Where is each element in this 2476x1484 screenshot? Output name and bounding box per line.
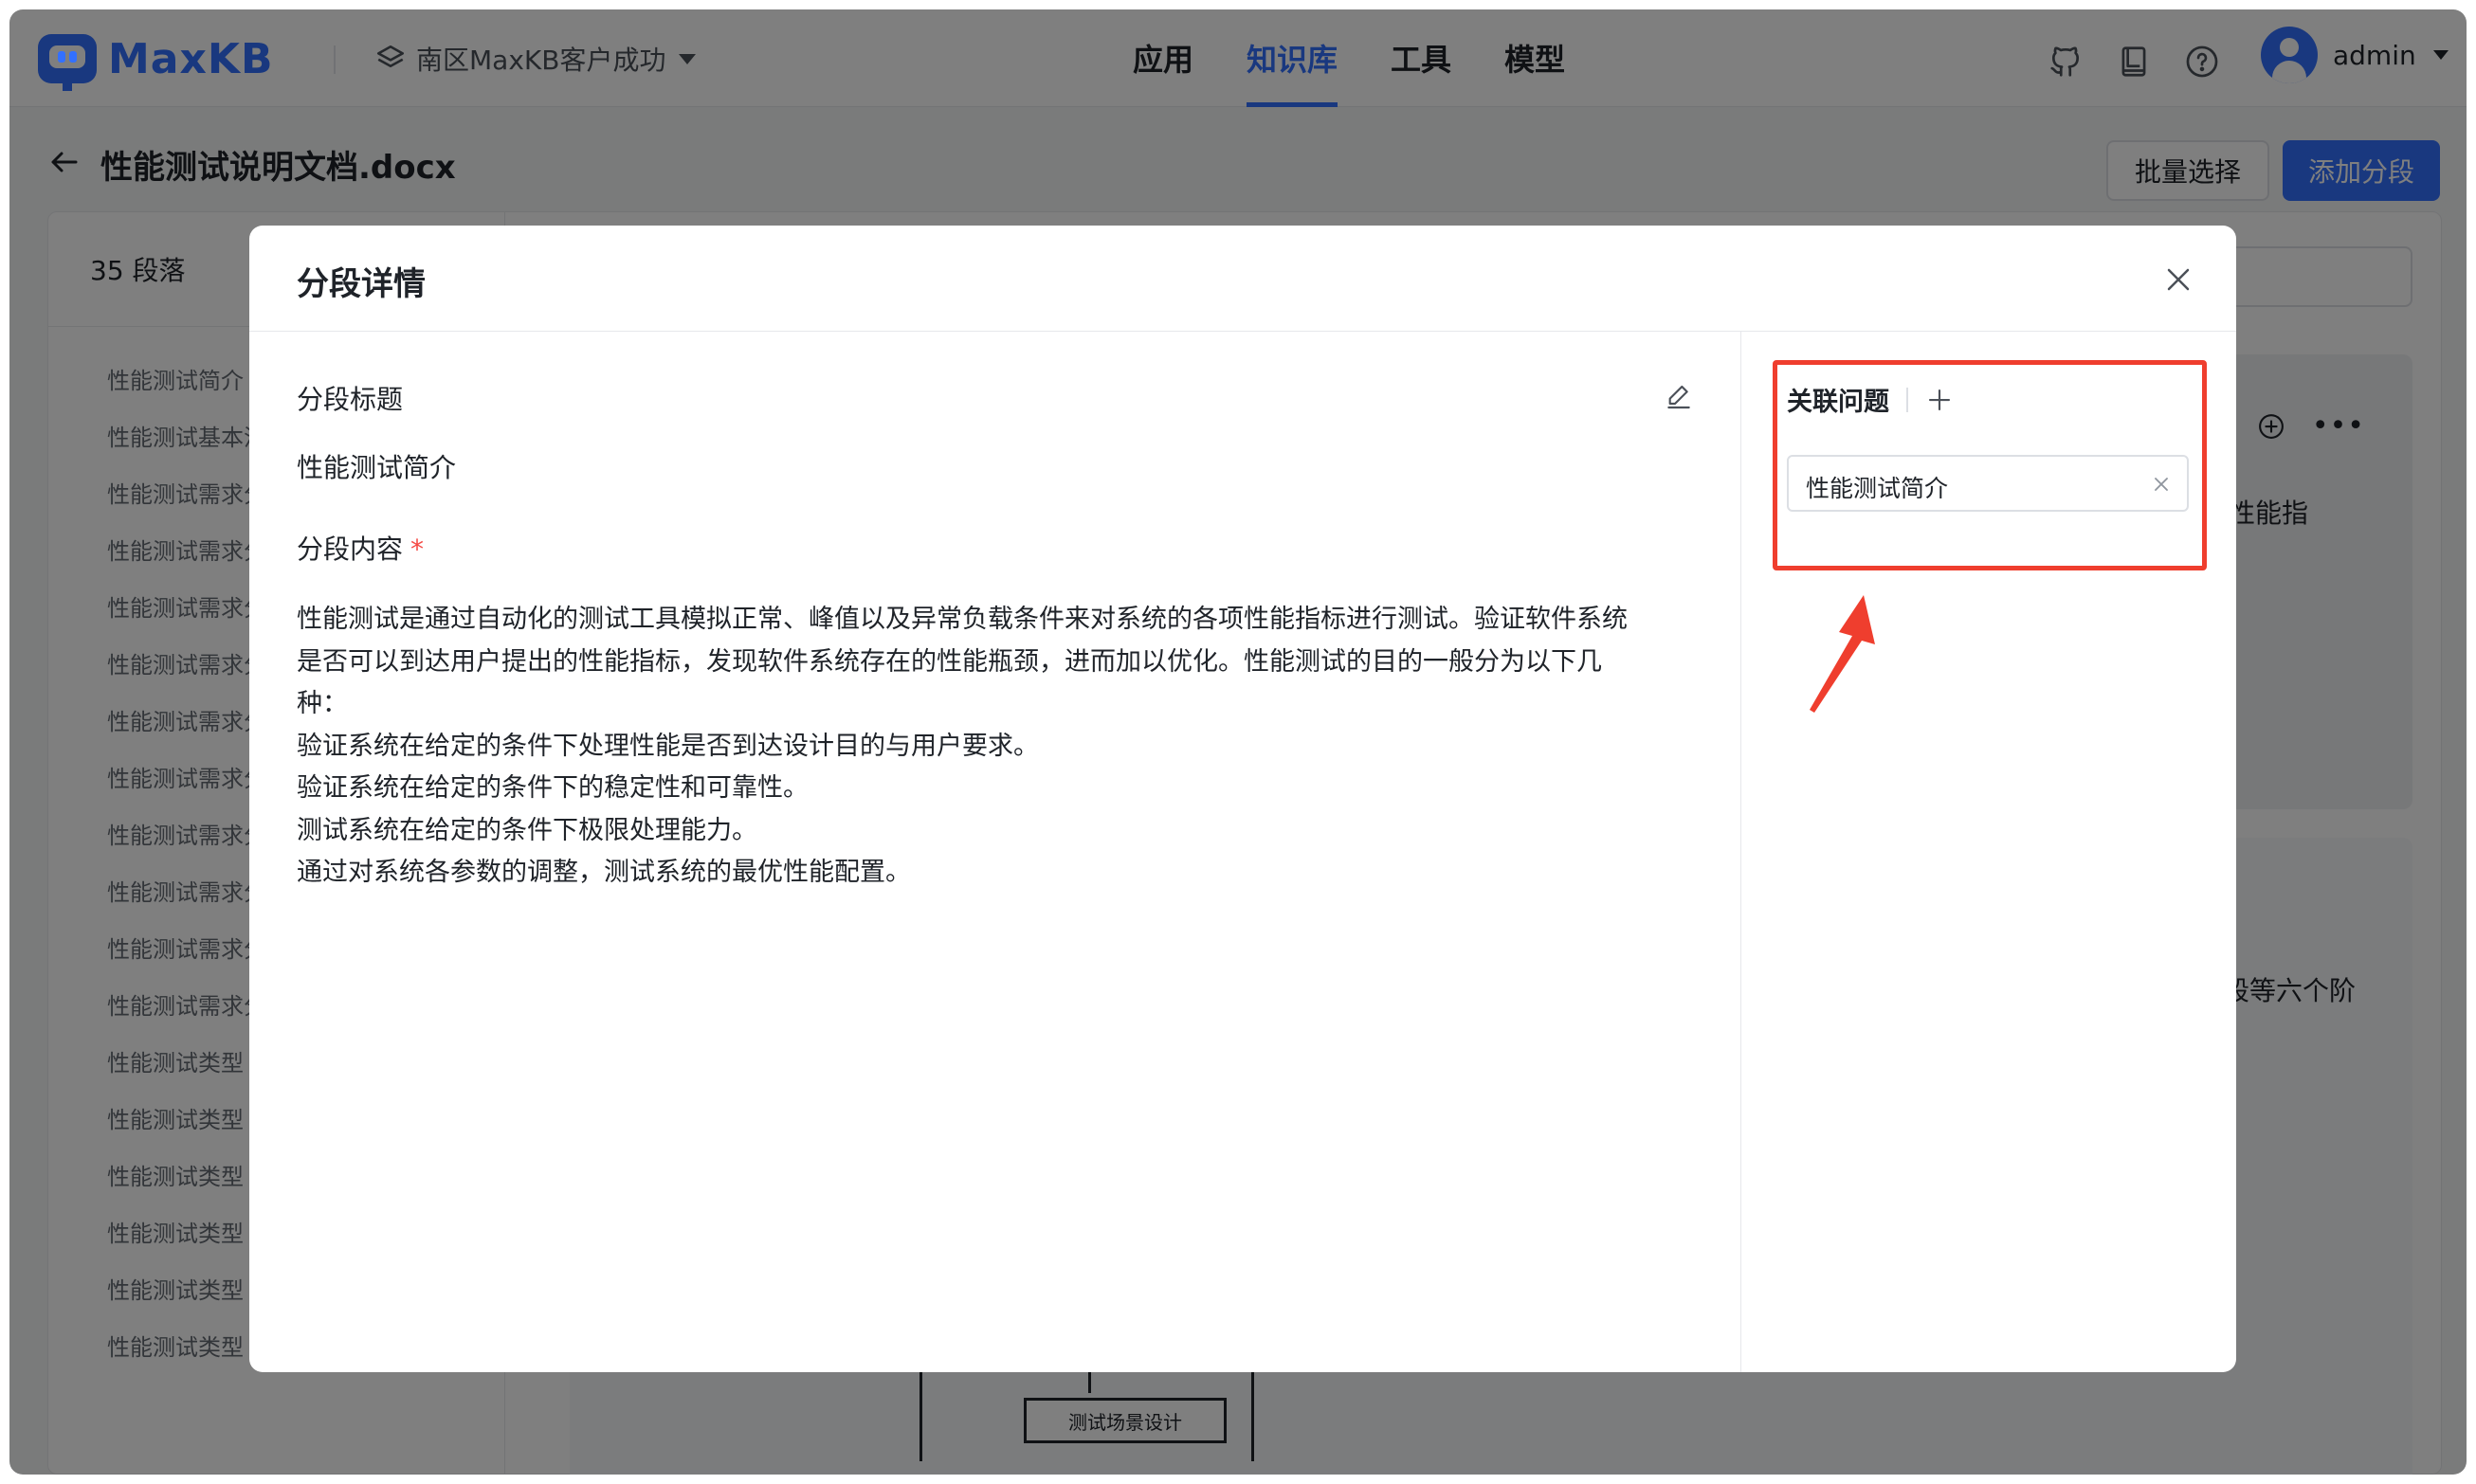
content-line: 测试系统在给定的条件下极限处理能力。 [297,815,757,845]
dialog-header: 分段详情 [249,226,2236,332]
close-icon[interactable] [2164,265,2193,294]
segment-content-label: 分段内容 * [297,529,424,567]
annotation-arrow-icon [1810,595,1875,713]
content-line: 性能测试是通过自动化的测试工具模拟正常、峰值以及异常负载条件来对系统的各项性能指… [297,605,1628,634]
annotation-highlight-box [1773,360,2207,570]
segment-editor: 分段标题 性能测试简介 分段内容 * 性能测试是通过自动化的测试工具模拟正常、峰值… [249,332,1741,1372]
edit-icon[interactable] [1664,381,1694,411]
dialog-title: 分段详情 [297,265,426,303]
segment-title-value[interactable]: 性能测试简介 [297,447,456,485]
content-line: 种： [297,689,348,718]
content-line: 是否可以到达用户提出的性能指标，发现软件系统存在的性能瓶颈，进而加以优化。性能测… [297,646,1602,677]
content-line: 验证系统在给定的条件下的稳定性和可靠性。 [297,773,809,803]
content-line: 验证系统在给定的条件下处理性能是否到达设计目的与用户要求。 [297,731,1039,761]
required-mark: * [410,534,425,565]
segment-content-label-text: 分段内容 [297,534,404,565]
content-line: 通过对系统各参数的调整，测试系统的最优性能配置。 [297,858,911,887]
segment-content-text[interactable]: 性能测试是通过自动化的测试工具模拟正常、峰值以及异常负载条件来对系统的各项性能指… [297,599,1681,895]
segment-title-label: 分段标题 [297,384,404,415]
